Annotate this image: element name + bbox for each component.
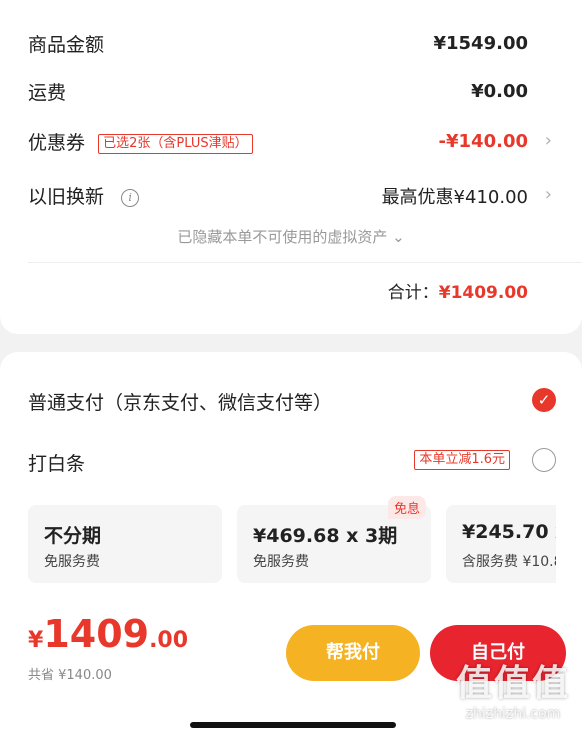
price-integer: 1409 [43, 612, 150, 656]
chevron-right-icon[interactable]: › [545, 184, 552, 205]
plan-fee: 含服务费 ¥10.8 [462, 554, 556, 570]
goods-amount-label: 商品金额 [28, 34, 105, 56]
total-value: ¥1409.00 [438, 283, 528, 303]
plan-title: ¥469.68 x 3期 [253, 525, 398, 547]
plan-title: 不分期 [44, 525, 102, 547]
coupon-value: -¥140.00 [438, 131, 528, 152]
interest-free-tag: 免息 [388, 496, 427, 519]
trade-in-row[interactable]: 以旧换新 i 最高优惠¥410.00 [28, 182, 528, 209]
divider [28, 262, 582, 263]
home-indicator[interactable] [190, 722, 396, 728]
watermark-site: zhizhizhi.com [465, 706, 561, 722]
watermark-logo: 值值值 [455, 663, 570, 704]
price-decimal: .00 [149, 628, 189, 653]
shipping-label: 运费 [28, 82, 67, 104]
plan-card[interactable]: 不分期 免服务费 [28, 505, 222, 583]
help-pay-button[interactable]: 帮我付 [286, 625, 420, 681]
chevron-right-icon[interactable]: › [545, 130, 552, 151]
coupon-row[interactable]: 优惠券 已选2张（含PLUS津贴） -¥140.00 [28, 128, 528, 155]
total-label: 合计： [387, 283, 439, 303]
hidden-assets-toggle[interactable]: 已隐藏本单不可使用的虚拟资产 ⌄ [0, 226, 582, 247]
info-icon[interactable]: i [121, 189, 140, 207]
goods-amount-row: 商品金额 ¥1549.00 [28, 30, 528, 57]
baitiao-discount-badge: 本单立减1.6元 [414, 450, 510, 470]
plan-fee: 免服务费 [253, 554, 309, 570]
order-total: 合计：¥1409.00 [388, 278, 528, 303]
baitiao-label: 打白条 [28, 453, 86, 475]
radio-unselected-icon[interactable] [532, 448, 556, 472]
watermark: 值值值 zhizhizhi.com [456, 654, 570, 722]
currency-symbol: ¥ [28, 628, 44, 653]
trade-in-value: 最高优惠¥410.00 [381, 186, 528, 208]
checkmark-selected-icon[interactable]: ✓ [532, 388, 556, 412]
shipping-row: 运费 ¥0.00 [28, 78, 528, 105]
plan-title: ¥245.70 x [462, 521, 556, 543]
saved-amount: 共省 ¥140.00 [28, 668, 112, 683]
installment-plans: 不分期 免服务费 ¥469.68 x 3期 免服务费 ¥245.70 x 含服务… [28, 505, 556, 585]
shipping-value: ¥0.00 [471, 81, 528, 102]
goods-amount-value: ¥1549.00 [433, 33, 528, 54]
plan-fee: 免服务费 [44, 554, 100, 570]
normal-payment-option[interactable]: 普通支付（京东支付、微信支付等） [28, 388, 528, 415]
plan-card[interactable]: ¥245.70 x 含服务费 ¥10.8 [446, 505, 556, 583]
normal-payment-label: 普通支付（京东支付、微信支付等） [28, 392, 333, 414]
coupon-label: 优惠券 [28, 132, 86, 154]
trade-in-label: 以旧换新 [28, 186, 105, 208]
coupon-selected-badge: 已选2张（含PLUS津贴） [98, 134, 253, 154]
pay-amount: ¥1409.00 [28, 612, 188, 656]
